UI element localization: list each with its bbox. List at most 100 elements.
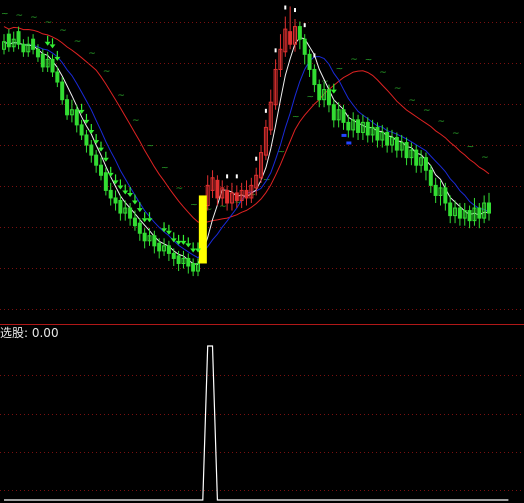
- tilde-marker: ~: [379, 68, 387, 78]
- candle-body: [157, 242, 162, 252]
- buy-arrow-head: [170, 238, 177, 243]
- candle-body: [385, 131, 390, 146]
- candle-body: [356, 119, 361, 133]
- candle-body: [118, 199, 123, 214]
- tilde-marker: ~: [88, 49, 96, 59]
- white-mark: [255, 156, 258, 161]
- blue-mark: [341, 133, 347, 137]
- candle-body: [443, 187, 448, 204]
- candle-body: [394, 136, 399, 151]
- white-mark: [264, 108, 267, 113]
- tilde-marker: ~: [103, 67, 111, 77]
- candle-body: [35, 48, 40, 58]
- sub-indicator-value: 0.00: [31, 326, 59, 340]
- candle-body: [84, 134, 89, 146]
- candle-body: [457, 207, 462, 219]
- candle-body: [487, 202, 491, 214]
- candle-body: [477, 207, 482, 219]
- buy-arrow-head: [93, 140, 100, 145]
- candle-body: [31, 38, 36, 50]
- candle-body: [423, 157, 428, 171]
- buy-arrow-head: [122, 190, 129, 195]
- tilde-markers: ~ ~ ~ ~~~~~~~~~~~ ~ ~ ~~~~~~~~~ ~~~~~~~~~: [1, 10, 489, 215]
- candle-body: [40, 53, 45, 68]
- candle-body: [94, 154, 99, 166]
- candle-body: [244, 189, 249, 199]
- tilde-marker: ~: [481, 153, 489, 163]
- white-mark: [294, 8, 296, 13]
- sub-indicator-layer: [4, 345, 509, 501]
- signal-bar: [198, 195, 207, 264]
- candle-body: [448, 202, 453, 217]
- white-mark: [226, 174, 229, 179]
- tilde-marker: ~: [452, 129, 460, 139]
- tilde-marker: ~: [30, 13, 38, 23]
- tilde-marker: ~: [438, 117, 446, 127]
- candle-body: [137, 222, 142, 234]
- tilde-marker: ~: [161, 164, 169, 174]
- sub-grid: [0, 375, 524, 491]
- candle-body: [341, 109, 346, 123]
- candle-body: [65, 99, 70, 116]
- buy-arrow-head: [88, 130, 95, 134]
- sub-indicator-name: 选股:: [0, 326, 32, 340]
- candle-body: [215, 179, 220, 199]
- tilde-marker: ~: [190, 201, 198, 211]
- candle-body: [234, 192, 239, 201]
- candle-body: [166, 245, 171, 254]
- candle-body: [50, 58, 55, 73]
- buy-arrow-head: [131, 200, 138, 205]
- candle-body: [152, 235, 157, 247]
- signal-bar-layer: [198, 195, 207, 264]
- candle-body: [414, 149, 419, 166]
- candle-body: [326, 89, 331, 106]
- white-mark: [235, 174, 238, 179]
- candle-body: [346, 121, 351, 131]
- white-mark: [274, 48, 277, 53]
- candle-body: [375, 126, 380, 141]
- candle-body: [6, 33, 11, 48]
- candle-body: [113, 197, 118, 204]
- candle-body: [142, 232, 147, 242]
- candle-body: [89, 144, 94, 156]
- buy-arrow-head: [330, 89, 337, 94]
- tilde-marker: ~: [423, 106, 431, 116]
- buy-arrow-head: [44, 41, 51, 46]
- candle-body: [428, 169, 433, 186]
- buy-arrow-head: [141, 218, 148, 223]
- white-mark: [284, 5, 287, 10]
- candle-body: [132, 217, 137, 227]
- candle-body: [297, 26, 302, 40]
- candle-body: [171, 252, 176, 259]
- buy-arrow-head: [127, 193, 134, 197]
- tilde-marker: ~: [176, 184, 184, 194]
- stock-chart: ~ ~ ~ ~~~~~~~~~~~ ~ ~ ~~~~~~~~~ ~~~~~~~~~: [0, 5, 524, 501]
- candle-body: [99, 164, 103, 176]
- buy-arrow-head: [146, 218, 153, 223]
- buy-arrow-head: [180, 240, 187, 245]
- candlestick-series: [2, 6, 491, 277]
- white-mark: [313, 53, 316, 58]
- candle-body: [467, 210, 472, 222]
- buy-arrow-head: [117, 185, 124, 190]
- candle-body: [302, 38, 307, 55]
- candle-body: [16, 31, 21, 45]
- candle-body: [74, 109, 79, 126]
- tilde-marker: ~: [336, 64, 344, 74]
- candle-body: [288, 31, 293, 45]
- buy-arrow-head: [136, 208, 143, 213]
- tilde-marker: ~: [365, 55, 373, 65]
- candle-body: [128, 207, 133, 219]
- tilde-marker: ~: [59, 26, 67, 36]
- candle-body: [79, 124, 84, 136]
- tilde-marker: ~: [408, 96, 416, 106]
- candle-body: [191, 262, 196, 272]
- tilde-marker: ~: [74, 37, 82, 47]
- main-grid: [0, 22, 524, 310]
- candle-body: [60, 81, 65, 101]
- candle-body: [176, 255, 181, 264]
- candle-body: [55, 71, 60, 83]
- candle-body: [331, 104, 336, 121]
- tilde-marker: ~: [394, 84, 402, 94]
- tilde-marker: ~: [16, 11, 24, 21]
